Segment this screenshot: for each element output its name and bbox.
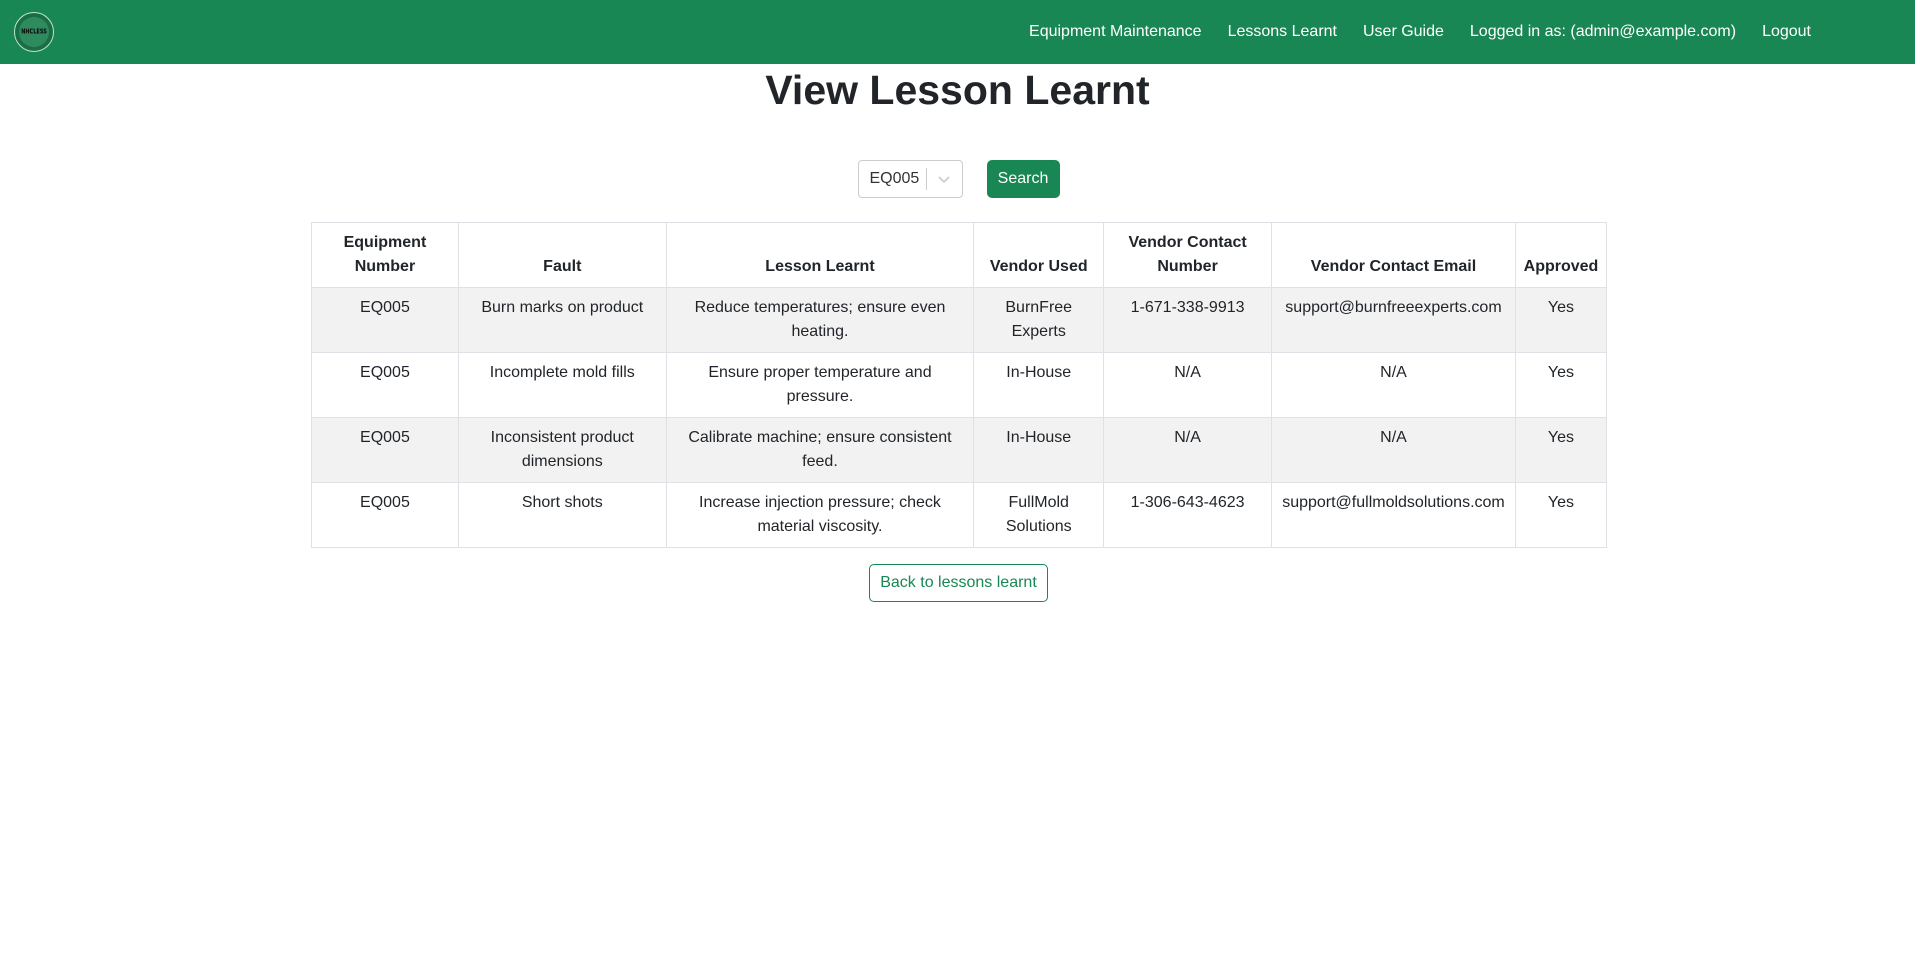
cell-vendor-contact-email: support@burnfreeexperts.com: [1270, 287, 1516, 353]
table-row: EQ005 Burn marks on product Reduce tempe…: [311, 287, 1608, 353]
header-lesson-learnt: Lesson Learnt: [665, 222, 975, 288]
table-header-row: Equipment Number Fault Lesson Learnt Ven…: [311, 222, 1608, 288]
nav-links: Equipment Maintenance Lessons Learnt Use…: [1029, 0, 1811, 64]
cell-approved: Yes: [1514, 482, 1608, 548]
chevron-down-icon[interactable]: [927, 172, 962, 186]
cell-lesson-learnt: Ensure proper temperature and pressure.: [665, 352, 975, 418]
cell-fault: Short shots: [457, 482, 667, 548]
header-vendor-used: Vendor Used: [973, 222, 1105, 288]
cell-approved: Yes: [1514, 287, 1608, 353]
cell-vendor-contact-number: 1-671-338-9913: [1103, 287, 1272, 353]
equipment-select[interactable]: EQ005: [857, 160, 963, 198]
logo-emblem: NHCLESS: [19, 17, 49, 47]
top-navbar: NHCLESS Equipment Maintenance Lessons Le…: [0, 0, 1915, 64]
equipment-select-value: EQ005: [869, 170, 920, 187]
nav-link-lessons-learnt[interactable]: Lessons Learnt: [1228, 23, 1337, 41]
page-title: View Lesson Learnt: [765, 67, 1150, 113]
cell-approved: Yes: [1514, 352, 1608, 418]
cell-lesson-learnt: Calibrate machine; ensure consistent fee…: [665, 417, 975, 483]
cell-vendor-contact-number: 1-306-643-4623: [1103, 482, 1272, 548]
cell-fault: Burn marks on product: [457, 287, 667, 353]
cell-fault: Inconsistent product dimensions: [457, 417, 667, 483]
header-vendor-contact-email: Vendor Contact Email: [1270, 222, 1516, 288]
nav-link-equipment-maintenance[interactable]: Equipment Maintenance: [1029, 23, 1202, 41]
header-approved: Approved: [1514, 222, 1608, 288]
cell-vendor-used: In-House: [973, 352, 1105, 418]
lessons-table: Equipment Number Fault Lesson Learnt Ven…: [311, 222, 1608, 548]
cell-vendor-contact-number: N/A: [1103, 352, 1272, 418]
cell-equipment-number: EQ005: [311, 287, 459, 353]
search-button[interactable]: Search: [986, 160, 1060, 198]
cell-vendor-contact-number: N/A: [1103, 417, 1272, 483]
cell-fault: Incomplete mold fills: [457, 352, 667, 418]
logo[interactable]: NHCLESS: [14, 12, 54, 52]
header-equipment-number: Equipment Number: [311, 222, 459, 288]
nav-logged-in-as[interactable]: Logged in as: (admin@example.com): [1470, 23, 1736, 41]
cell-vendor-contact-email: support@fullmoldsolutions.com: [1270, 482, 1516, 548]
search-form: EQ005 Search: [0, 160, 1915, 198]
table-row: EQ005 Short shots Increase injection pre…: [311, 482, 1608, 548]
header-fault: Fault: [457, 222, 667, 288]
cell-equipment-number: EQ005: [311, 417, 459, 483]
cell-vendor-contact-email: N/A: [1270, 417, 1516, 483]
cell-vendor-used: FullMold Solutions: [973, 482, 1105, 548]
cell-vendor-used: BurnFree Experts: [973, 287, 1105, 353]
table-row: EQ005 Inconsistent product dimensions Ca…: [311, 417, 1608, 483]
table-row: EQ005 Incomplete mold fills Ensure prope…: [311, 352, 1608, 418]
cell-lesson-learnt: Reduce temperatures; ensure even heating…: [665, 287, 975, 353]
cell-vendor-used: In-House: [973, 417, 1105, 483]
cell-equipment-number: EQ005: [311, 352, 459, 418]
cell-lesson-learnt: Increase injection pressure; check mater…: [665, 482, 975, 548]
cell-vendor-contact-email: N/A: [1270, 352, 1516, 418]
cell-equipment-number: EQ005: [311, 482, 459, 548]
nav-link-logout[interactable]: Logout: [1762, 23, 1811, 41]
back-to-lessons-button[interactable]: Back to lessons learnt: [869, 564, 1048, 602]
nav-link-user-guide[interactable]: User Guide: [1363, 23, 1444, 41]
cell-approved: Yes: [1514, 417, 1608, 483]
header-vendor-contact-number: Vendor Contact Number: [1103, 222, 1272, 288]
logo-text: NHCLESS: [21, 27, 47, 37]
